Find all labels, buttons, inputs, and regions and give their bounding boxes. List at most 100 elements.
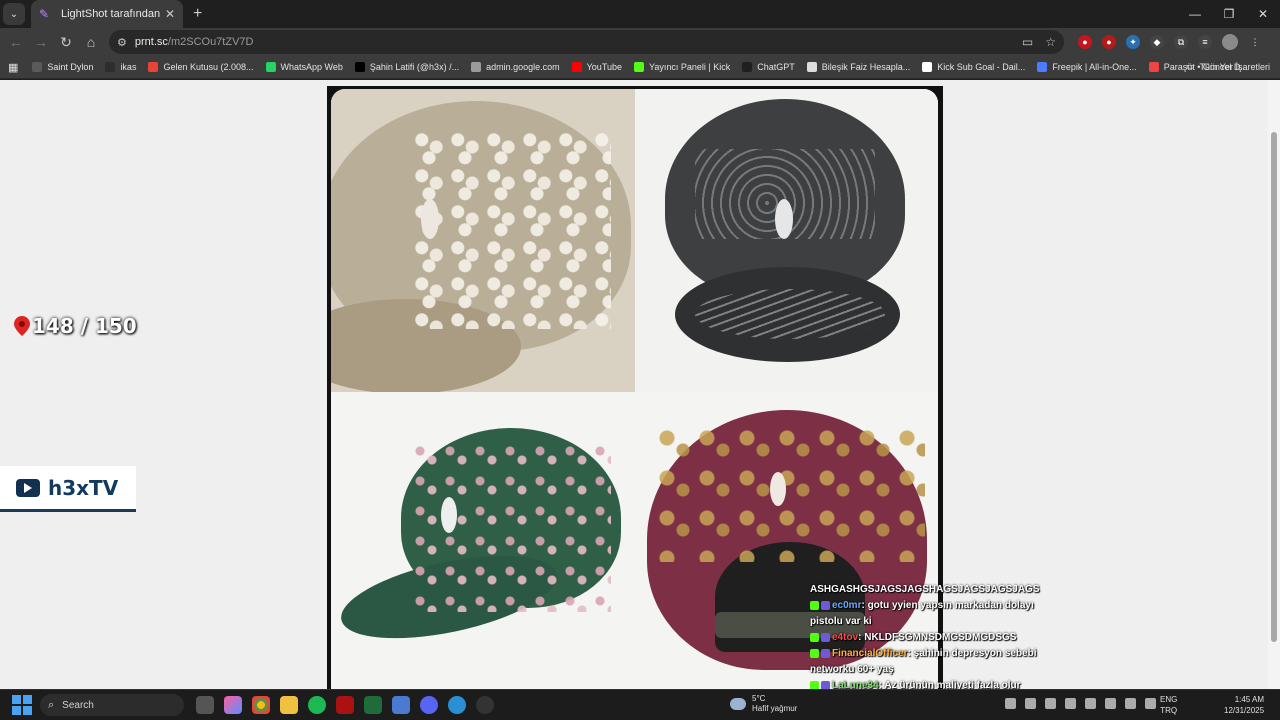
scroll-thumb[interactable] xyxy=(1271,132,1277,642)
chat-message: FinancialOfficer: şahinin depresyon sebe… xyxy=(810,646,1060,678)
app-icon[interactable] xyxy=(392,696,410,714)
weather-widget[interactable]: 5°C Hafif yağmur xyxy=(730,694,797,714)
bookmark-label: Şahin Latifi (@h3x) /... xyxy=(369,62,460,72)
bookmark-label: ChatGPT xyxy=(757,62,795,72)
bookmark-item[interactable]: Bileşik Faiz Hesapla... xyxy=(806,62,910,72)
all-bookmarks-folder[interactable]: ▭ Tüm Yer İşaretleri xyxy=(1186,61,1270,72)
cast-icon[interactable]: ▭ xyxy=(1022,35,1033,49)
folder-icon: ▭ xyxy=(1185,61,1195,71)
tray-icon[interactable] xyxy=(1045,698,1056,709)
sub-badge-icon xyxy=(821,600,830,610)
bookmark-item[interactable]: ikas xyxy=(105,62,136,72)
bookmark-star-icon[interactable]: ☆ xyxy=(1045,35,1056,49)
search-placeholder: Search xyxy=(62,699,94,711)
apps-grid-icon[interactable]: ▦ xyxy=(8,61,18,74)
channel-badge: h3xTV xyxy=(0,466,136,512)
bookmark-label: Saint Dylon xyxy=(47,62,94,72)
lang-top: ENG xyxy=(1160,695,1178,704)
tab-active[interactable]: ✎ LightShot tarafından Ekran Gör ✕ xyxy=(31,0,183,28)
minimize-button[interactable]: — xyxy=(1178,0,1212,28)
bookmark-item[interactable]: WhatsApp Web xyxy=(265,62,343,72)
discord-icon[interactable] xyxy=(420,696,438,714)
extensions-area: ● ● ✦ ◆ ⧉ ≡ ⋮ xyxy=(1078,34,1262,50)
reload-button[interactable]: ↻ xyxy=(54,30,78,54)
spotify-icon[interactable] xyxy=(308,696,326,714)
sub-badge-icon xyxy=(821,632,830,642)
chat-message: ec0mr: gotu yyien yapsın markadan dolayı… xyxy=(810,598,1060,630)
extension-icon[interactable]: ● xyxy=(1078,35,1092,49)
chrome-icon[interactable] xyxy=(252,696,270,714)
chat-text: ASHGASHGSJAGSJAGSHAGSJAGSJAGSJAGS xyxy=(810,584,1040,595)
sub-badge-icon xyxy=(821,680,830,689)
tray-icon[interactable] xyxy=(1085,698,1096,709)
file-explorer-icon[interactable] xyxy=(280,696,298,714)
bookmark-item[interactable]: YouTube xyxy=(571,62,622,72)
counter-value: 148 / 150 xyxy=(32,314,137,338)
bookmark-item[interactable]: Saint Dylon xyxy=(32,62,93,72)
microphone-icon[interactable] xyxy=(1105,698,1116,709)
chat-message: ASHGASHGSJAGSJAGSHAGSJAGSJAGSJAGS xyxy=(810,582,1060,598)
tab-strip: ⌄ ✎ LightShot tarafından Ekran Gör ✕ + —… xyxy=(0,0,1280,28)
new-tab-button[interactable]: + xyxy=(193,5,202,23)
bookmark-favicon-icon xyxy=(742,62,753,72)
back-button[interactable]: ← xyxy=(4,30,28,54)
site-info-icon[interactable]: ⚙ xyxy=(117,36,127,49)
browser-toolbar: ← → ↻ ⌂ ⚙ prnt.sc /m2SCOu7tZV7D ▭ ☆ ● ● … xyxy=(0,28,1280,56)
tray-icon[interactable] xyxy=(1025,698,1036,709)
copilot-icon[interactable] xyxy=(224,696,242,714)
weather-temp: 5°C xyxy=(752,694,766,703)
puzzle-icon[interactable]: ⧉ xyxy=(1174,35,1188,49)
location-pin-icon xyxy=(14,316,30,336)
tray-icon[interactable] xyxy=(1005,698,1016,709)
bookmark-item[interactable]: Gelen Kutusu (2.008... xyxy=(148,62,254,72)
tab-list-icon[interactable]: ≡ xyxy=(1198,35,1212,49)
bookmark-favicon-icon xyxy=(354,62,365,72)
bookmark-item[interactable]: Yayıncı Paneli | Kick xyxy=(634,62,730,72)
bookmark-favicon-icon xyxy=(148,62,159,72)
extension-icon[interactable]: ● xyxy=(1102,35,1116,49)
app-icon[interactable] xyxy=(336,696,354,714)
bookmark-label: ikas xyxy=(120,62,137,72)
close-window-button[interactable]: ✕ xyxy=(1246,0,1280,28)
bookmark-item[interactable]: Kick Sub Goal - Dail... xyxy=(922,62,1025,72)
bookmark-item[interactable]: ChatGPT xyxy=(742,62,795,72)
task-view-icon[interactable] xyxy=(196,696,214,714)
kick-badge-icon xyxy=(810,632,819,642)
url-host: prnt.sc xyxy=(134,36,168,48)
bookmark-item[interactable]: Şahin Latifi (@h3x) /... xyxy=(354,62,460,72)
bookmark-label: Kick Sub Goal - Dail... xyxy=(937,62,1026,72)
tab-close-icon[interactable]: ✕ xyxy=(165,7,175,21)
home-button[interactable]: ⌂ xyxy=(79,30,103,54)
clock-date: 12/31/2025 xyxy=(1224,706,1265,715)
taskbar-search[interactable]: ⌕ Search xyxy=(40,694,184,716)
kick-badge-icon xyxy=(810,600,819,610)
network-icon[interactable] xyxy=(1125,698,1136,709)
bookmark-favicon-icon xyxy=(1037,62,1048,72)
restore-button[interactable]: ❐ xyxy=(1212,0,1246,28)
lang-bottom: TRQ xyxy=(1160,706,1178,715)
bookmark-label: Gelen Kutusu (2.008... xyxy=(163,62,254,72)
extension-icon[interactable]: ✦ xyxy=(1126,35,1140,49)
bookmark-item[interactable]: Freepik | All-in-One... xyxy=(1037,62,1137,72)
clock[interactable]: 1:45 AM 12/31/2025 xyxy=(1224,694,1264,716)
bookmark-item[interactable]: admin.google.com xyxy=(471,62,560,72)
volume-icon[interactable] xyxy=(1145,698,1156,709)
tab-search-button[interactable]: ⌄ xyxy=(3,3,25,25)
tray-icon[interactable] xyxy=(1065,698,1076,709)
bookmark-label: admin.google.com xyxy=(486,62,560,72)
app-icon[interactable] xyxy=(476,696,494,714)
bookmark-favicon-icon xyxy=(265,62,276,72)
scrollbar[interactable] xyxy=(1268,80,1280,689)
language-indicator[interactable]: ENG TRQ xyxy=(1160,694,1177,716)
menu-kebab-icon[interactable]: ⋮ xyxy=(1248,35,1262,49)
forward-button[interactable]: → xyxy=(29,30,53,54)
bookmark-favicon-icon xyxy=(806,62,817,72)
excel-icon[interactable] xyxy=(364,696,382,714)
profile-avatar[interactable] xyxy=(1222,34,1238,50)
windows-start-icon[interactable] xyxy=(12,695,32,715)
app-icon[interactable] xyxy=(448,696,466,714)
address-bar[interactable]: ⚙ prnt.sc /m2SCOu7tZV7D ▭ ☆ xyxy=(109,30,1064,54)
extension-icon[interactable]: ◆ xyxy=(1150,35,1164,49)
lightshot-favicon-icon: ✎ xyxy=(39,7,50,21)
bookmark-label: Freepik | All-in-One... xyxy=(1052,62,1137,72)
